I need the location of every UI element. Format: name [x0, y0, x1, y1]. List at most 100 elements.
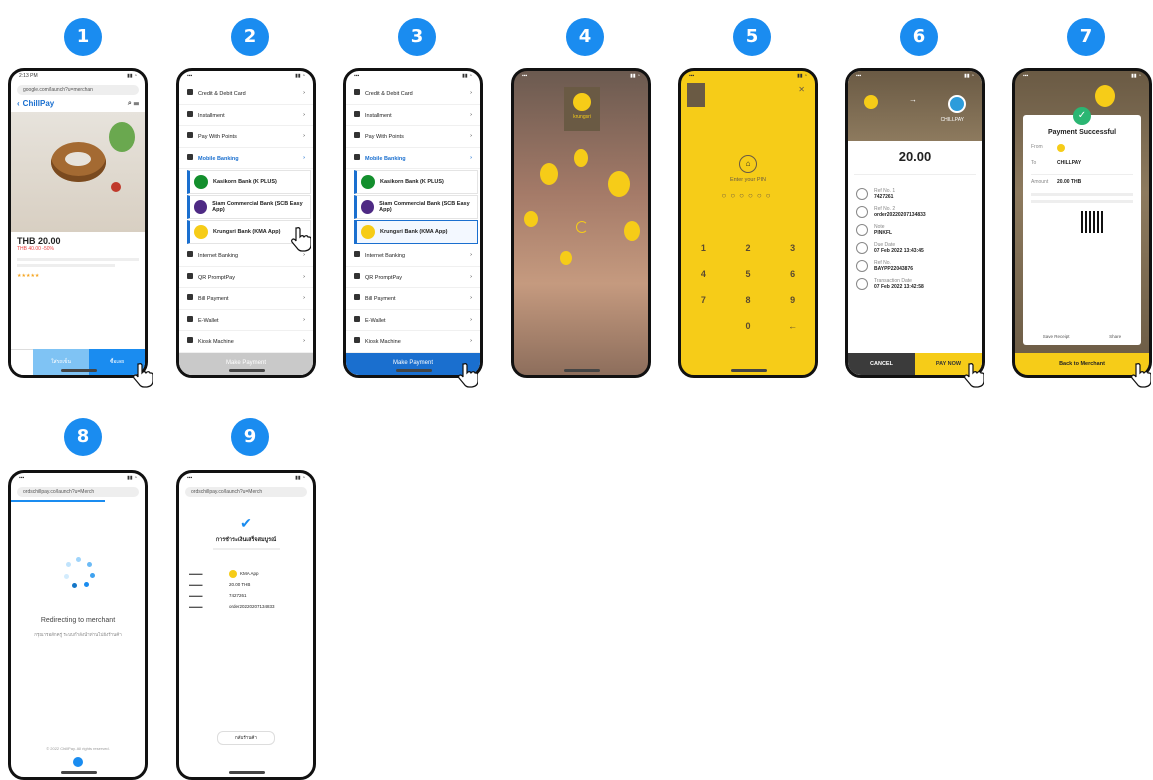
bank-option[interactable]: Kasikorn Bank (K PLUS) [354, 170, 478, 194]
step-9-phone: ▪▪▪ ▮▮ ◔ ordschillpay.co/launch?u=Merch ✔… [176, 470, 316, 780]
address-bar[interactable]: ordschillpay.co/launch?u=Merch [185, 487, 307, 497]
payment-method-icon [354, 153, 360, 160]
payment-method-label: Internet Banking [198, 253, 239, 260]
payment-method-label: QR PromptPay [198, 274, 235, 281]
payment-method-label: Mobile Banking [365, 155, 406, 162]
keypad-key[interactable]: 4 [681, 269, 726, 279]
payment-method-item[interactable]: E-Wallet › [179, 310, 313, 331]
detail-icon [856, 224, 868, 236]
chevron-icon: › [470, 154, 472, 161]
payment-method-label: E-Wallet [365, 317, 386, 324]
step-5-phone: ▪▪▪ ▮▮ ◔ ✕ ⌂ Enter your PIN ○○○○○○ 123456… [678, 68, 818, 378]
step-1-phone: 2:13 PM ▮▮ ◔ google.com/launch?u=merchan … [8, 68, 148, 378]
search-icon[interactable]: ⌕ ☰ [128, 100, 139, 108]
keypad-key[interactable]: 1 [681, 243, 726, 253]
payment-method-icon [354, 132, 360, 139]
payment-method-item[interactable]: Pay With Points › [179, 126, 313, 148]
keypad-key[interactable]: 6 [770, 269, 815, 279]
detail-value: 07 Feb 2022 13:42:58 [874, 284, 924, 290]
bank-name: Krungsri Bank (KMA App) [213, 229, 281, 235]
address-bar[interactable]: google.com/launch?u=merchan [17, 85, 139, 95]
chevron-icon: › [470, 111, 472, 118]
chevron-icon: › [303, 273, 305, 280]
payment-method-item[interactable]: Installment › [346, 105, 480, 126]
step-6-phone: ▪▪▪ ▮▮ ◔ → CHILLPAY 20.00 Ref No. 1 742726… [845, 68, 985, 378]
bank-name: Siam Commercial Bank (SCB Easy App) [212, 201, 303, 213]
krungsri-logo [687, 83, 705, 107]
redirect-title: Redirecting to merchant [40, 617, 116, 624]
loading-spinner [63, 557, 95, 589]
payment-method-item[interactable]: Credit & Debit Card › [346, 83, 480, 105]
keypad-key[interactable]: 8 [726, 295, 771, 305]
paid-amount: 20.00 THB [1057, 179, 1082, 185]
step-6-badge: 6 [900, 18, 938, 56]
chevron-icon: › [470, 133, 472, 140]
pointer-hand-icon [962, 362, 984, 388]
chevron-icon: › [303, 133, 305, 140]
payment-method-item[interactable]: Installment › [179, 105, 313, 126]
payment-method-item[interactable]: Internet Banking › [346, 245, 480, 267]
step-9-badge: 9 [231, 418, 269, 456]
step-2-badge: 2 [231, 18, 269, 56]
keypad-key[interactable]: 3 [770, 243, 815, 253]
payment-method-item[interactable]: QR PromptPay › [346, 267, 480, 288]
cart-icon[interactable] [11, 349, 33, 375]
ref-value: 7427261 [229, 593, 247, 598]
payment-method-icon [354, 315, 360, 322]
lock-icon: ⌂ [739, 155, 757, 173]
keypad-key[interactable]: ← [770, 321, 815, 331]
payment-method-item[interactable]: Mobile Banking › [346, 148, 480, 169]
keypad-key[interactable]: 2 [726, 243, 771, 253]
save-receipt-button[interactable]: Save Receipt [1043, 334, 1070, 339]
payment-method-label: Credit & Debit Card [198, 91, 246, 98]
bank-option[interactable]: Siam Commercial Bank (SCB Easy App) [187, 195, 311, 219]
bank-option[interactable]: Kasikorn Bank (K PLUS) [187, 170, 311, 194]
payment-method-item[interactable]: E-Wallet › [346, 310, 480, 331]
step-1-badge: 1 [64, 18, 102, 56]
chillpay-logo [73, 757, 83, 767]
bank-option[interactable]: Krungsri Bank (KMA App) [354, 220, 478, 244]
detail-value: 7427261 [874, 194, 894, 200]
payment-method-label: QR PromptPay [365, 274, 402, 281]
payment-method-item[interactable]: Bill Payment › [346, 288, 480, 310]
payment-method-label: E-Wallet [198, 317, 219, 324]
payment-method-icon [354, 337, 360, 344]
keypad-key[interactable]: 9 [770, 295, 815, 305]
keypad-key[interactable]: 0 [726, 321, 771, 331]
payment-method-item[interactable]: Bill Payment › [179, 288, 313, 310]
keypad-key[interactable]: 5 [726, 269, 771, 279]
bank-name: Kasikorn Bank (K PLUS) [380, 179, 444, 185]
bank-name: Siam Commercial Bank (SCB Easy App) [379, 201, 470, 213]
payment-method-item[interactable]: Pay With Points › [346, 126, 480, 148]
chevron-icon: › [470, 273, 472, 280]
payment-method-item[interactable]: QR PromptPay › [179, 267, 313, 288]
payment-method-item[interactable]: Mobile Banking › [179, 148, 313, 169]
detail-icon [856, 278, 868, 290]
payment-method-label: Installment [198, 112, 225, 119]
address-bar[interactable]: ordschillpay.co/launch?u=Merch [17, 487, 139, 497]
payment-method-icon [187, 89, 193, 96]
payment-method-label: Bill Payment [198, 296, 229, 303]
to-merchant-logo [948, 95, 967, 113]
payment-method-label: Pay With Points [365, 134, 404, 141]
close-icon[interactable]: ✕ [798, 85, 805, 94]
krungsri-logo: krungsri [564, 87, 600, 131]
keypad-key[interactable] [681, 321, 726, 331]
payment-method-item[interactable]: Kiosk Machine › [179, 331, 313, 353]
chevron-icon: › [303, 316, 305, 323]
back-to-store-button[interactable]: กลับร้านค้า [217, 731, 275, 745]
cancel-button[interactable]: CANCEL [848, 353, 915, 375]
bank-logo-icon [361, 225, 375, 239]
payment-method-item[interactable]: Credit & Debit Card › [179, 83, 313, 105]
payment-method-label: Internet Banking [365, 253, 406, 260]
payment-method-label: Installment [365, 112, 392, 119]
keypad-key[interactable]: 7 [681, 295, 726, 305]
detail-value: BAYPP22043876 [874, 266, 914, 272]
chevron-icon: › [470, 316, 472, 323]
share-button[interactable]: Share [1109, 334, 1121, 339]
payment-method-icon [187, 153, 193, 160]
detail-value: 07 Feb 2022 13:43:45 [874, 248, 924, 254]
bank-option[interactable]: Siam Commercial Bank (SCB Easy App) [354, 195, 478, 219]
back-icon[interactable]: ‹ [17, 99, 20, 108]
payment-method-item[interactable]: Kiosk Machine › [346, 331, 480, 353]
